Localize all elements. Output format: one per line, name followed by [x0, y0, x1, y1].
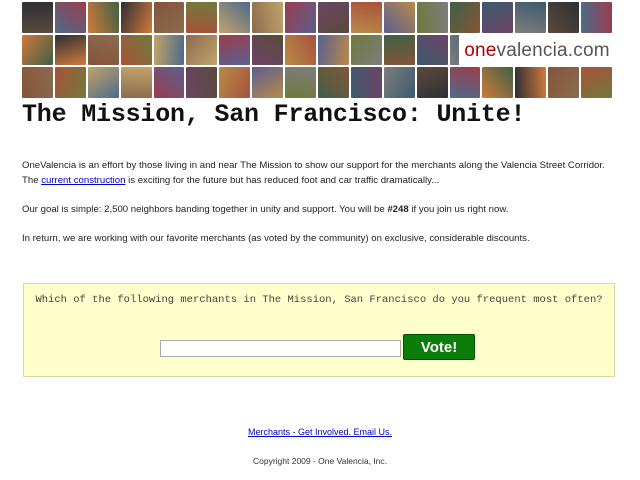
merchant-input[interactable]	[160, 340, 401, 357]
mosaic-photo	[120, 2, 152, 33]
vote-question: Which of the following merchants in The …	[35, 294, 603, 306]
mosaic-photo	[350, 2, 382, 33]
mosaic-photo	[153, 34, 185, 66]
mosaic-photo	[153, 2, 185, 33]
mosaic-photo	[416, 34, 448, 66]
copyright-text: Copyright 2009 - One Valencia, Inc.	[252, 456, 388, 466]
header-banner: onevalencia.com	[22, 2, 615, 98]
mosaic-photo	[186, 34, 218, 66]
goal-paragraph: Our goal is simple: 2,500 neighbors band…	[22, 202, 612, 217]
intro-paragraph: OneValencia is an effort by those living…	[22, 158, 612, 188]
mosaic-photo	[285, 34, 316, 66]
mosaic-photo	[219, 2, 251, 33]
mosaic-photo	[318, 34, 349, 66]
mosaic-photo	[285, 67, 316, 98]
mosaic-photo	[318, 67, 349, 98]
mosaic-photo	[581, 2, 612, 33]
goal-text-before: Our goal is simple: 2,500 neighbors band…	[22, 204, 388, 215]
mosaic-photo	[54, 34, 86, 66]
mosaic-photo	[153, 67, 185, 98]
merchants-email-link[interactable]: Merchants - Get Involved. Email Us.	[248, 427, 392, 437]
mosaic-photo	[515, 2, 547, 33]
goal-text-after: if you join us right now.	[408, 204, 509, 215]
page-title: The Mission, San Francisco: Unite!	[22, 100, 526, 129]
mosaic-photo	[219, 34, 251, 66]
mosaic-photo	[449, 2, 481, 33]
mosaic-photo	[548, 67, 580, 98]
mosaic-photo	[22, 2, 53, 33]
mosaic-photo	[581, 67, 612, 98]
mosaic-photo	[515, 67, 547, 98]
vote-panel: Which of the following merchants in The …	[23, 283, 615, 377]
mosaic-photo	[87, 2, 119, 33]
current-construction-link[interactable]: current construction	[41, 175, 125, 186]
mosaic-photo	[383, 2, 415, 33]
footer-links: Merchants - Get Involved. Email Us.	[0, 427, 640, 437]
mosaic-photo	[87, 67, 119, 98]
mosaic-photo	[219, 67, 251, 98]
member-number: #248	[387, 204, 409, 215]
logo-brand: one	[464, 39, 497, 61]
mosaic-photo	[22, 34, 53, 66]
logo-rest: valencia.com	[496, 39, 610, 61]
mosaic-photo	[22, 67, 53, 98]
mosaic-photo	[482, 2, 514, 33]
vote-button[interactable]: Vote!	[403, 334, 475, 360]
mosaic-photo	[350, 34, 382, 66]
mosaic-photo	[350, 67, 382, 98]
mosaic-photo	[449, 67, 481, 98]
mosaic-photo	[252, 34, 284, 66]
return-paragraph: In return, we are working with our favor…	[22, 233, 530, 244]
mosaic-photo	[416, 67, 448, 98]
mosaic-photo	[252, 67, 284, 98]
mosaic-photo	[383, 34, 415, 66]
mosaic-photo	[54, 67, 86, 98]
mosaic-photo	[120, 67, 152, 98]
mosaic-photo	[318, 2, 349, 33]
mosaic-photo	[186, 67, 218, 98]
mosaic-photo	[252, 2, 284, 33]
mosaic-photo	[87, 34, 119, 66]
mosaic-photo	[186, 2, 218, 33]
mosaic-photo	[482, 67, 514, 98]
intro-text-after: is exciting for the future but has reduc…	[125, 175, 440, 186]
mosaic-photo	[416, 2, 448, 33]
mosaic-photo	[383, 67, 415, 98]
mosaic-photo	[548, 2, 580, 33]
mosaic-photo	[285, 2, 316, 33]
mosaic-photo	[54, 2, 86, 33]
mosaic-photo	[120, 34, 152, 66]
site-logo[interactable]: onevalencia.com	[459, 34, 615, 67]
